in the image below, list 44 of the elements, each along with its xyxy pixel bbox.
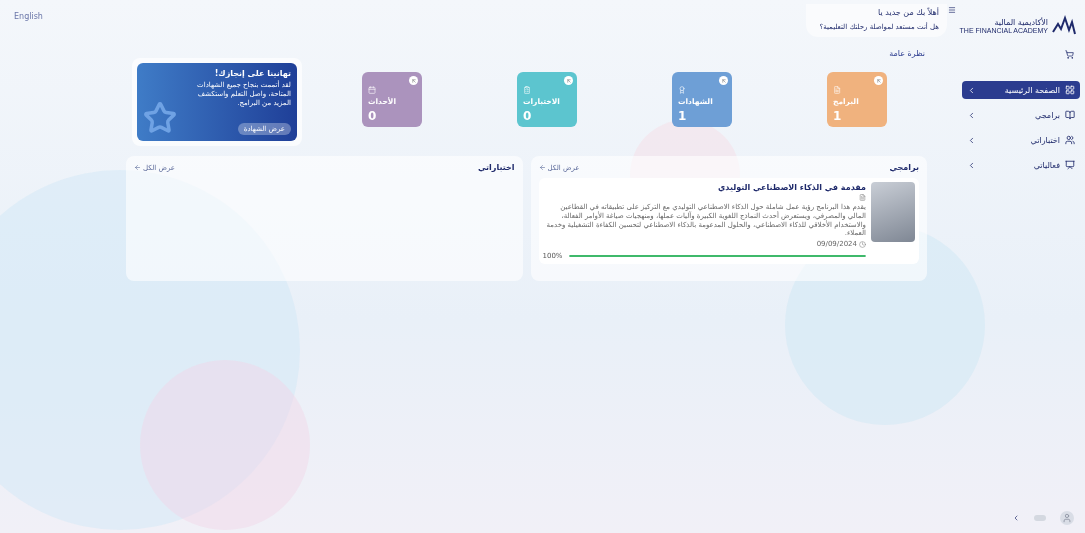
stat-icon xyxy=(678,86,686,94)
arrow-icon xyxy=(719,76,728,85)
arrow-left-icon xyxy=(538,164,546,171)
stat-icon xyxy=(833,86,841,94)
chevron-left-icon xyxy=(967,110,976,120)
photo-placeholder xyxy=(871,182,915,242)
clock-icon xyxy=(859,240,866,248)
panel-title: اختباراتي xyxy=(478,163,515,172)
star-icon xyxy=(143,101,177,135)
stat-value: 0 xyxy=(368,109,377,123)
arrow-left-icon xyxy=(134,164,141,171)
sidebar-item[interactable]: فعالياتي xyxy=(962,156,1080,174)
stat-value: 0 xyxy=(523,109,532,123)
sidebar-item[interactable]: اختباراتي xyxy=(962,131,1080,149)
arrow-icon xyxy=(409,76,418,85)
avatar[interactable] xyxy=(1060,511,1074,525)
nav-icon xyxy=(1065,135,1075,145)
chevron-left-icon xyxy=(967,135,976,145)
logo-name: الأكاديمية المالية xyxy=(993,18,1048,27)
chevron-left-icon xyxy=(967,160,976,170)
menu-icon[interactable] xyxy=(947,6,956,14)
language-link[interactable]: English xyxy=(14,12,43,21)
stat-icon xyxy=(523,86,531,94)
greeting-title: أهلاً بك من جديد يا xyxy=(878,8,939,17)
stat-value: 1 xyxy=(833,109,842,123)
chevron-left-icon xyxy=(967,85,976,95)
stat-icon xyxy=(368,86,376,94)
nav-icon xyxy=(1065,160,1075,170)
arrow-icon xyxy=(874,76,883,85)
promo-title: تهانينا على إنجازك! xyxy=(213,69,291,78)
program-title: مقدمة في الذكاء الاصطناعي التوليدي xyxy=(716,183,866,192)
chevron-left-icon[interactable] xyxy=(1012,514,1020,522)
sidebar-item[interactable]: الصفحة الرئيسية xyxy=(962,81,1080,99)
nav-icon xyxy=(1065,110,1075,120)
sidebar-item[interactable]: برامجي xyxy=(962,106,1080,124)
document-icon xyxy=(859,194,866,201)
section-title: نظرة عامة xyxy=(888,49,926,58)
stat-value: 1 xyxy=(678,109,687,123)
arrow-icon xyxy=(564,76,573,85)
nav-icon xyxy=(1065,85,1075,95)
panel-title: برامجي xyxy=(889,163,919,172)
program-card[interactable] xyxy=(538,178,919,264)
cart-icon[interactable] xyxy=(1065,50,1074,59)
status-pill xyxy=(1034,515,1046,521)
